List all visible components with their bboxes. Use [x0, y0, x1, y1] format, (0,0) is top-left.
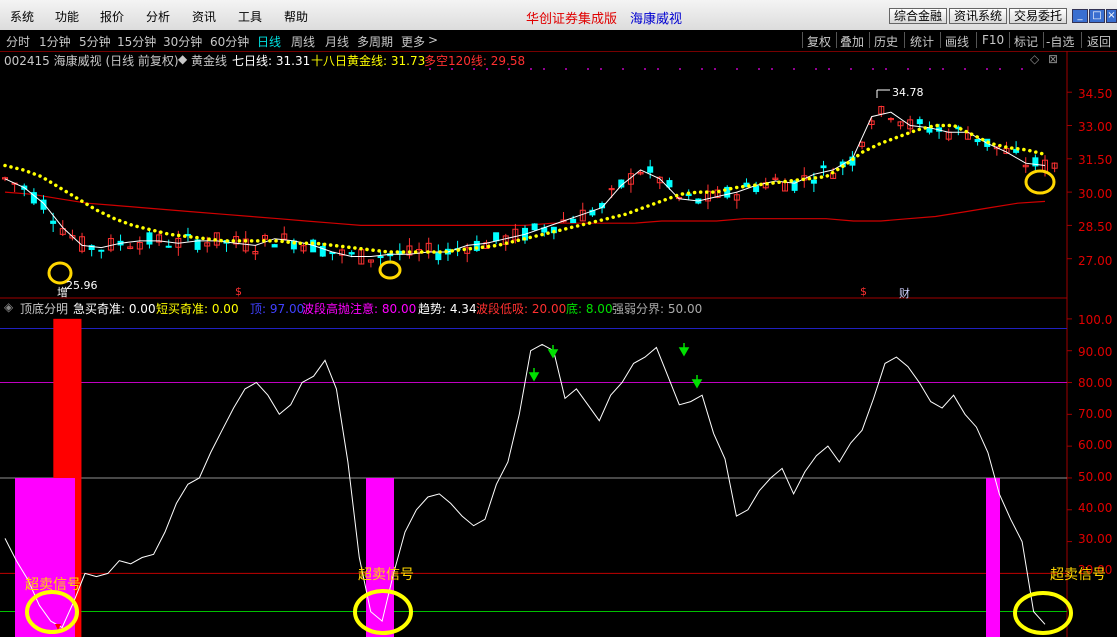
candle-body: [753, 185, 760, 193]
signal-dot: [815, 68, 817, 70]
signal-dot: [850, 68, 852, 70]
candle-body: [493, 232, 500, 242]
sell-arrow-icon: [678, 343, 690, 357]
signal-dot: [473, 68, 475, 70]
signal-dot: [986, 68, 988, 70]
candle-body: [974, 139, 981, 143]
signal-dot: [828, 68, 830, 70]
signal-dot: [486, 68, 488, 70]
candle-body: [377, 255, 384, 259]
candle-body: [666, 180, 673, 188]
signal-dot: [451, 68, 453, 70]
candle-body: [146, 232, 153, 245]
signal-dot: [622, 68, 624, 70]
signal-dot: [1021, 68, 1023, 70]
candle-body: [98, 249, 105, 252]
candle-body: [50, 220, 57, 224]
candle-body: [271, 244, 278, 248]
high-price-label: 34.78: [892, 86, 924, 99]
event-marker[interactable]: $: [860, 285, 867, 298]
signal-dot: [714, 68, 716, 70]
jimai-bar: [53, 318, 82, 478]
oversold-signal-label: 超卖信号: [1050, 567, 1106, 583]
signal-dot: [600, 68, 602, 70]
signal-dot: [429, 68, 431, 70]
candle-body: [647, 166, 654, 173]
signal-dot: [771, 68, 773, 70]
candle-body: [820, 165, 827, 169]
candle-body: [570, 218, 577, 224]
candle-body: [531, 223, 538, 231]
signal-dot: [701, 68, 703, 70]
highlight-circle: [1024, 169, 1056, 195]
signal-dot: [758, 68, 760, 70]
signal-dot: [587, 68, 589, 70]
candle-body: [810, 179, 817, 184]
sell-arrow-icon: [528, 368, 540, 382]
low-price-label: 25.96: [66, 279, 98, 292]
signal-dot: [679, 68, 681, 70]
candle-body: [926, 127, 933, 133]
oversold-signal-label: 超卖信号: [358, 567, 414, 583]
candle-body: [916, 119, 923, 125]
duanmai-bar: [366, 477, 394, 637]
signal-dot: [885, 68, 887, 70]
signal-dot: [736, 68, 738, 70]
highlight-circle: [378, 260, 402, 280]
signal-dot: [942, 68, 944, 70]
signal-dot: [907, 68, 909, 70]
low-prefix-label: 增: [57, 286, 68, 299]
signal-dot: [999, 68, 1001, 70]
event-marker[interactable]: $: [235, 285, 242, 298]
candle-body: [435, 252, 442, 261]
sell-arrow-icon: [547, 345, 559, 359]
duanmai-bar: [986, 477, 1000, 637]
ma120-line: [4, 191, 1046, 226]
finance-marker[interactable]: 财: [899, 285, 910, 301]
sell-arrow-icon: [691, 375, 703, 389]
signal-dot: [644, 68, 646, 70]
oversold-circle: [1013, 591, 1073, 635]
signal-dot: [872, 68, 874, 70]
candle-body: [348, 252, 355, 255]
signal-dot: [657, 68, 659, 70]
signal-dot: [565, 68, 567, 70]
oversold-signal-label: 超卖信号: [25, 577, 81, 593]
signal-dot: [964, 68, 966, 70]
signal-dot: [508, 68, 510, 70]
candle-body: [165, 245, 172, 248]
signal-dot: [530, 68, 532, 70]
kline-chart[interactable]: [0, 0, 1117, 637]
trend-line: [4, 343, 1046, 629]
signal-dot: [543, 68, 545, 70]
signal-dot: [793, 68, 795, 70]
signal-dot: [929, 68, 931, 70]
